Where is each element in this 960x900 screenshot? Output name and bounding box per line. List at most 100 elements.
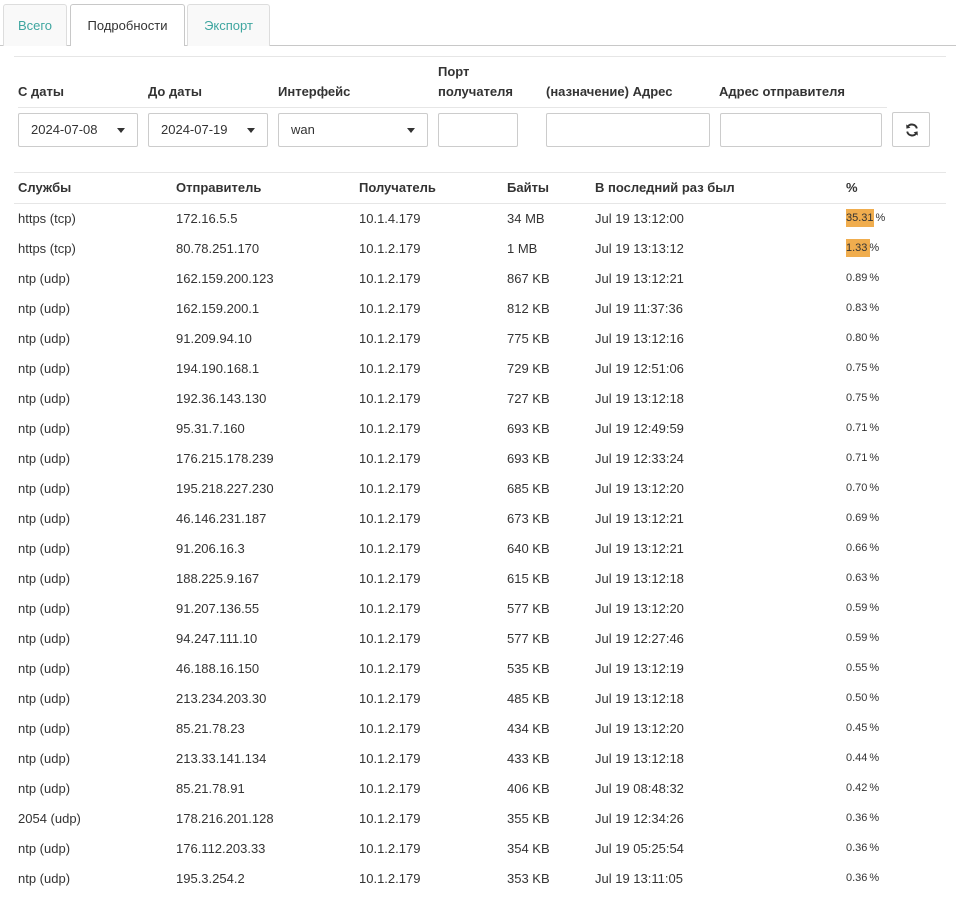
percent-sign: % xyxy=(869,422,880,434)
caret-down-icon xyxy=(407,128,415,133)
refresh-button[interactable] xyxy=(892,112,930,147)
percent-indicator: 1.33% xyxy=(846,239,879,257)
cell-service: https (tcp) xyxy=(18,210,76,226)
table-row: https (tcp) 80.78.251.170 10.1.2.179 1 MB Ju… xyxy=(14,233,946,263)
percent-value: 0.42 xyxy=(846,782,868,794)
cell-source: 91.209.94.10 xyxy=(176,330,252,346)
tab-details[interactable]: Подробности xyxy=(70,4,185,47)
cell-bytes: 693 KB xyxy=(507,420,550,436)
table-row: ntp (udp) 195.218.227.230 10.1.2.179 685 KB… xyxy=(14,473,946,503)
cell-bytes: 867 KB xyxy=(507,270,550,286)
percent-indicator: 0.50% xyxy=(846,689,879,707)
cell-service: ntp (udp) xyxy=(18,330,71,346)
traffic-table: Службы Отправитель Получатель Байты В по… xyxy=(14,173,946,893)
cell-last-seen: Jul 19 13:12:18 xyxy=(595,390,684,406)
table-row: ntp (udp) 85.21.78.91 10.1.2.179 406 KB Jul … xyxy=(14,773,946,803)
cell-bytes: 775 KB xyxy=(507,330,550,346)
cell-source: 162.159.200.1 xyxy=(176,300,260,316)
cell-service: ntp (udp) xyxy=(18,480,71,496)
table-row: ntp (udp) 95.31.7.160 10.1.2.179 693 KB Jul … xyxy=(14,413,946,443)
cell-destination: 10.1.2.179 xyxy=(359,630,421,646)
cell-percent: 0.89% xyxy=(842,263,946,293)
percent-value: 35.31 xyxy=(846,212,874,225)
cell-destination: 10.1.2.179 xyxy=(359,510,421,526)
dst-port-input[interactable] xyxy=(438,113,518,147)
cell-bytes: 693 KB xyxy=(507,450,550,466)
dst-address-label: (назначение) Адрес xyxy=(546,84,673,99)
cell-destination: 10.1.2.179 xyxy=(359,540,421,556)
cell-last-seen: Jul 19 13:12:18 xyxy=(595,570,684,586)
cell-last-seen: Jul 19 13:12:20 xyxy=(595,600,684,616)
cell-last-seen: Jul 19 13:12:00 xyxy=(595,210,684,226)
cell-percent: 0.55% xyxy=(842,653,946,683)
cell-destination: 10.1.4.179 xyxy=(359,210,421,226)
cell-service: ntp (udp) xyxy=(18,780,71,796)
percent-value: 0.71 xyxy=(846,422,868,434)
percent-value: 0.36 xyxy=(846,812,868,824)
divider xyxy=(18,107,887,108)
percent-sign: % xyxy=(869,542,880,554)
cell-service: ntp (udp) xyxy=(18,300,71,316)
percent-value: 0.66 xyxy=(846,542,868,554)
percent-sign: % xyxy=(869,692,880,704)
percent-indicator: 0.55% xyxy=(846,659,879,677)
cell-last-seen: Jul 19 13:12:20 xyxy=(595,720,684,736)
cell-percent: 0.36% xyxy=(842,803,946,833)
tab-total[interactable]: Всего xyxy=(3,4,67,46)
dst-port-label: Порт получателя xyxy=(438,62,538,102)
percent-value: 0.69 xyxy=(846,512,868,524)
cell-bytes: 354 KB xyxy=(507,840,550,856)
percent-sign: % xyxy=(869,572,880,584)
cell-service: ntp (udp) xyxy=(18,360,71,376)
cell-percent: 0.75% xyxy=(842,383,946,413)
cell-bytes: 727 KB xyxy=(507,390,550,406)
interface-value: wan xyxy=(291,122,315,137)
table-row: ntp (udp) 91.206.16.3 10.1.2.179 640 KB Jul … xyxy=(14,533,946,563)
cell-service: ntp (udp) xyxy=(18,390,71,406)
table-row: ntp (udp) 162.159.200.1 10.1.2.179 812 KB Ju… xyxy=(14,293,946,323)
cell-last-seen: Jul 19 12:49:59 xyxy=(595,420,684,436)
table-header-row: Службы Отправитель Получатель Байты В по… xyxy=(14,173,946,204)
cell-bytes: 640 KB xyxy=(507,540,550,556)
cell-destination: 10.1.2.179 xyxy=(359,570,421,586)
cell-destination: 10.1.2.179 xyxy=(359,240,421,256)
column-header-last-seen: В последний раз был xyxy=(591,173,842,204)
src-address-input[interactable] xyxy=(720,113,882,147)
percent-indicator: 0.75% xyxy=(846,389,879,407)
percent-indicator: 0.80% xyxy=(846,329,879,347)
table-row: ntp (udp) 46.188.16.150 10.1.2.179 535 KB Ju… xyxy=(14,653,946,683)
tab-export[interactable]: Экспорт xyxy=(187,4,270,46)
cell-service: ntp (udp) xyxy=(18,600,71,616)
from-date-select[interactable]: 2024-07-08 xyxy=(18,113,138,147)
divider xyxy=(14,56,946,57)
percent-value: 0.45 xyxy=(846,722,868,734)
percent-value: 0.36 xyxy=(846,872,868,884)
cell-last-seen: Jul 19 13:12:18 xyxy=(595,690,684,706)
cell-percent: 0.63% xyxy=(842,563,946,593)
cell-percent: 0.42% xyxy=(842,773,946,803)
cell-service: ntp (udp) xyxy=(18,870,71,886)
percent-value: 0.89 xyxy=(846,272,868,284)
percent-indicator: 0.83% xyxy=(846,299,879,317)
table-row: ntp (udp) 91.207.136.55 10.1.2.179 577 KB Ju… xyxy=(14,593,946,623)
cell-source: 178.216.201.128 xyxy=(176,810,274,826)
cell-last-seen: Jul 19 11:37:36 xyxy=(595,300,683,316)
to-date-select[interactable]: 2024-07-19 xyxy=(148,113,268,147)
dst-port-label-line1: Порт xyxy=(438,64,470,79)
percent-value: 0.59 xyxy=(846,632,868,644)
percent-sign: % xyxy=(869,632,880,644)
cell-bytes: 355 KB xyxy=(507,810,550,826)
percent-sign: % xyxy=(869,452,880,464)
cell-service: https (tcp) xyxy=(18,240,76,256)
cell-bytes: 34 MB xyxy=(507,210,545,226)
cell-bytes: 729 KB xyxy=(507,360,550,376)
percent-sign: % xyxy=(869,512,880,524)
cell-source: 176.112.203.33 xyxy=(176,840,266,856)
interface-select[interactable]: wan xyxy=(278,113,428,147)
cell-source: 172.16.5.5 xyxy=(176,210,238,226)
cell-bytes: 812 KB xyxy=(507,300,550,316)
percent-value: 0.70 xyxy=(846,482,868,494)
cell-source: 213.234.203.30 xyxy=(176,690,267,706)
cell-percent: 0.69% xyxy=(842,503,946,533)
dst-address-input[interactable] xyxy=(546,113,710,147)
